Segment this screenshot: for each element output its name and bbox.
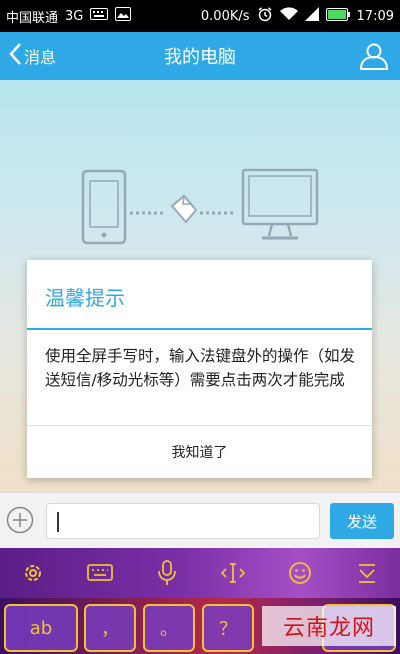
settings-button[interactable] xyxy=(18,558,48,588)
cursor-move-icon xyxy=(221,563,246,583)
key-comma[interactable]: ， xyxy=(84,604,136,652)
back-button[interactable]: 消息 xyxy=(0,32,56,80)
watermark: 云南龙网 xyxy=(262,606,396,646)
input-bar: 发送 xyxy=(0,492,400,548)
voice-input-button[interactable] xyxy=(152,558,182,588)
key-period[interactable]: 。 xyxy=(143,604,195,652)
signal-icon xyxy=(304,7,319,25)
key-ab[interactable]: ab xyxy=(4,604,78,652)
emoji-button[interactable] xyxy=(285,558,315,588)
cursor-move-button[interactable] xyxy=(218,558,248,588)
keyboard-toolbar xyxy=(0,548,400,598)
keyboard-notification-icon xyxy=(90,8,109,24)
profile-button[interactable] xyxy=(358,40,390,72)
gear-icon xyxy=(25,565,42,581)
message-input[interactable] xyxy=(46,503,320,539)
network-type: 3G xyxy=(65,8,84,24)
user-icon xyxy=(359,43,389,70)
wifi-icon xyxy=(279,7,298,25)
clock: 17:09 xyxy=(356,8,394,24)
image-notification-icon xyxy=(115,7,132,25)
alarm-icon xyxy=(257,6,273,26)
got-it-button[interactable]: 我知道了 xyxy=(27,426,372,478)
dialog-title: 温馨提示 xyxy=(45,286,125,310)
tip-dialog: 温馨提示 使用全屏手写时，输入法键盘外的操作（如发送短信/移动光标等）需要点击两… xyxy=(27,260,372,478)
dialog-message: 使用全屏手写时，输入法键盘外的操作（如发送短信/移动光标等）需要点击两次才能完成 xyxy=(45,347,356,389)
carrier-label: 中国联通 xyxy=(6,10,59,26)
chat-area: 温馨提示 使用全屏手写时，输入法键盘外的操作（如发送短信/移动光标等）需要点击两… xyxy=(0,80,400,492)
dialog-divider xyxy=(27,328,372,330)
page-title: 我的电脑 xyxy=(164,47,236,68)
plus-circle-icon xyxy=(6,506,34,534)
title-bar: 消息 我的电脑 xyxy=(0,32,400,80)
text-cursor xyxy=(57,512,59,532)
emoji-icon xyxy=(289,562,311,584)
keyboard-switch-button[interactable] xyxy=(85,558,115,588)
send-button[interactable]: 发送 xyxy=(330,503,394,539)
chevron-left-icon xyxy=(8,42,22,70)
microphone-icon xyxy=(157,560,176,585)
hide-keyboard-button[interactable] xyxy=(352,558,382,588)
keyboard-icon xyxy=(87,564,113,581)
add-attachment-button[interactable] xyxy=(6,506,34,534)
battery-icon xyxy=(325,7,350,25)
network-speed: 0.00K/s xyxy=(200,8,250,24)
back-label: 消息 xyxy=(24,48,57,67)
collapse-keyboard-icon xyxy=(358,564,375,583)
key-question[interactable]: ？ xyxy=(202,604,254,652)
status-bar: 中国联通 3G 0.00K/s 17:09 xyxy=(0,0,400,32)
